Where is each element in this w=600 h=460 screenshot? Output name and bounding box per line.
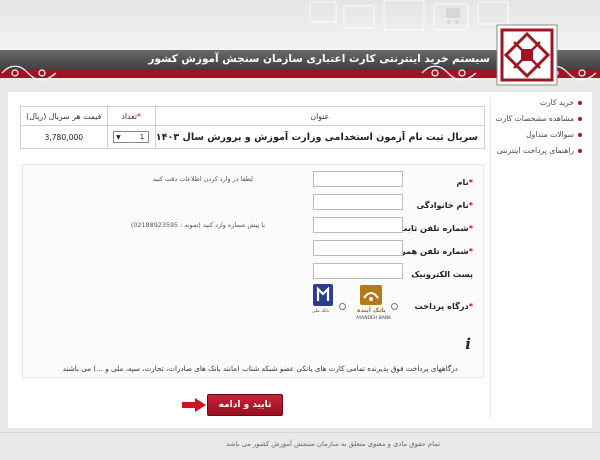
- col-title: عنوان: [154, 106, 486, 126]
- name-label: *نام: [456, 177, 473, 187]
- mobile-input[interactable]: [313, 240, 403, 256]
- ayandeh-logo-icon: [360, 285, 382, 305]
- sidebar-item-view-card[interactable]: مشاهده مشخصات کارت: [486, 114, 582, 123]
- table-header-row: عنوان *تعداد قیمت هر سریال (ریال): [20, 106, 486, 126]
- organization-logo-icon: [496, 24, 558, 86]
- table-row: سریال ثبت نام آزمون استخدامی وزارت آموزش…: [20, 125, 486, 149]
- site-footer: تمام حقوق مادی و معنوی متعلق به سازمان س…: [0, 432, 600, 460]
- phone-label: *شماره تلفن ثابت: [399, 223, 473, 233]
- email-input[interactable]: [313, 263, 403, 279]
- ornament-left: [1, 65, 57, 81]
- sidebar-menu: خرید کارت مشاهده مشخصات کارت سوالات متدا…: [486, 98, 582, 162]
- quantity-select[interactable]: 1 ▼: [113, 131, 150, 143]
- ayandeh-bank-caption: AYANDEH BANK: [356, 316, 392, 321]
- col-price: قیمت هر سریال (ریال): [20, 106, 108, 126]
- product-title: سریال ثبت نام آزمون استخدامی وزارت آموزش…: [154, 125, 486, 149]
- phone-hint: با پیش شماره وارد کنید (نمونه : 02188923…: [130, 221, 265, 229]
- melli-bank-logo[interactable]: بانک ملی: [311, 283, 335, 319]
- site-header: سیستم خرید اینترنتی کارت اعتباری سازمان …: [0, 0, 600, 88]
- buyer-form: *نام لطفا در وارد کردن اطلاعات دقت کنید …: [22, 164, 484, 378]
- ayandeh-bank-logo[interactable]: بانک آینده AYANDEH BANK: [353, 285, 392, 323]
- info-icon: i: [465, 335, 471, 353]
- products-table: عنوان *تعداد قیمت هر سریال (ریال) سریال …: [20, 106, 486, 149]
- gateway-label: *درگاه پرداخت: [414, 301, 473, 311]
- family-input[interactable]: [313, 194, 403, 210]
- sidebar-item-payment-guide[interactable]: راهنمای پرداخت اینترنتی: [486, 146, 582, 155]
- mobile-label: *شماره تلفن همراه: [393, 246, 473, 256]
- bullet-icon: [578, 117, 582, 121]
- submit-continue-button[interactable]: تایید و ادامه: [207, 394, 283, 416]
- col-qty: *تعداد: [106, 106, 156, 126]
- melli-logo-icon: [313, 284, 333, 306]
- melli-bank-caption: بانک ملی: [312, 309, 329, 314]
- gateway-melli-radio[interactable]: [339, 303, 346, 310]
- email-label: پست الکترونیک: [411, 269, 473, 279]
- gateway-notice: درگاههای پرداخت فوق پذیرنده تمامی کارت ه…: [62, 364, 458, 373]
- sidebar-item-buy-card[interactable]: خرید کارت: [486, 98, 582, 107]
- family-label: *نام خانوادگی: [416, 200, 473, 210]
- phone-input[interactable]: [313, 217, 403, 233]
- gateway-ayandeh-radio[interactable]: [391, 303, 398, 310]
- chevron-down-icon: ▼: [116, 134, 121, 141]
- copyright-text: تمام حقوق مادی و معنوی متعلق به سازمان س…: [226, 440, 440, 448]
- arrow-right-icon: [182, 398, 206, 412]
- bullet-icon: [578, 133, 582, 137]
- name-input[interactable]: [313, 171, 403, 187]
- unit-price: 3,780,000: [20, 125, 108, 149]
- ayandeh-bank-name: بانک آینده: [357, 307, 386, 314]
- sidebar-divider: [490, 98, 491, 418]
- bullet-icon: [578, 101, 582, 105]
- sidebar-item-faq[interactable]: سوالات متداول: [486, 130, 582, 139]
- main-area: عنوان *تعداد قیمت هر سریال (ریال) سریال …: [8, 92, 488, 428]
- ornament-right-1: [421, 65, 477, 81]
- name-hint: لطفا در وارد کردن اطلاعات دقت کنید: [152, 175, 253, 183]
- bullet-icon: [578, 149, 582, 153]
- content-panel: خرید کارت مشاهده مشخصات کارت سوالات متدا…: [8, 92, 592, 428]
